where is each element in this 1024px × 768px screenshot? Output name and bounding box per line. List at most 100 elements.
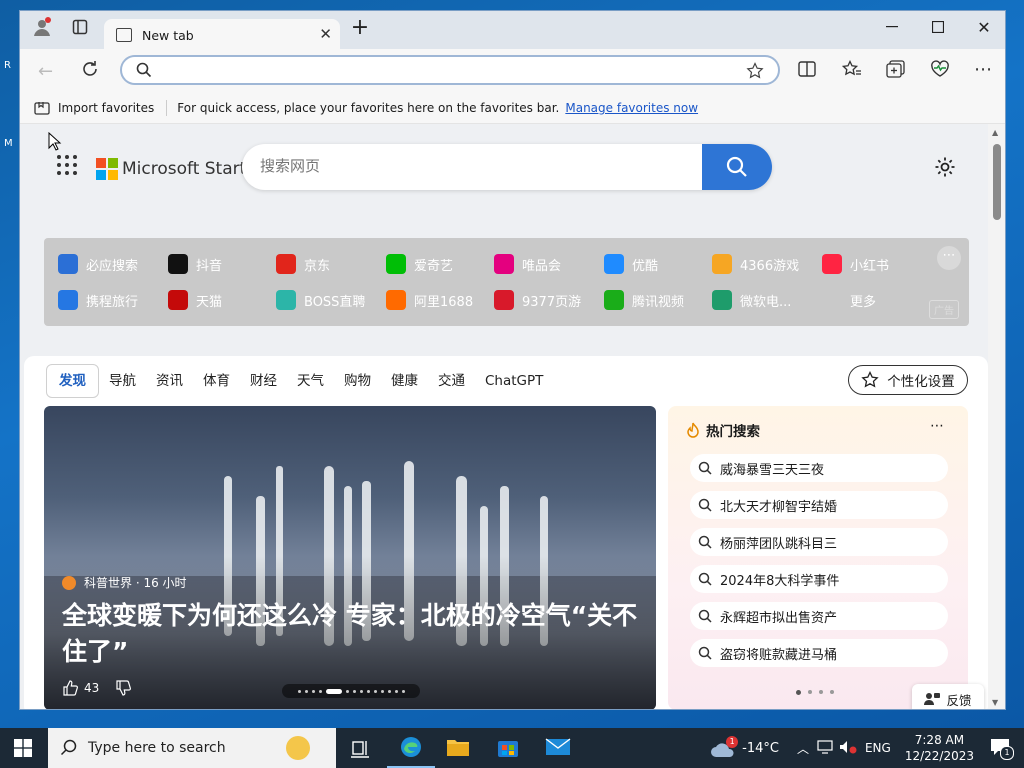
hot-search-item[interactable]: 2024年8大科学事件 [690, 565, 948, 593]
personalize-button[interactable]: 个性化设置 [848, 365, 968, 395]
quick-link-label: BOSS直聘 [304, 294, 366, 310]
desktop-icon-recycle[interactable]: R [4, 60, 18, 76]
hot-search-pager[interactable] [796, 690, 834, 695]
quick-link-8[interactable]: 小红书 [822, 252, 889, 276]
taskbar-edge-icon[interactable] [387, 728, 435, 768]
desktop-icon-edge[interactable]: M [4, 138, 18, 154]
notification-icon[interactable]: 1 [990, 738, 1014, 760]
tab-traffic[interactable]: 交通 [428, 365, 475, 397]
clock-date: 12/22/2023 [904, 749, 974, 763]
more-list-icon [822, 290, 842, 310]
network-icon[interactable] [817, 739, 833, 757]
quick-link-label: 9377页游 [522, 294, 582, 310]
xiaohongshu-icon [822, 254, 842, 274]
tab-news[interactable]: 资讯 [146, 365, 193, 397]
scroll-up-icon[interactable]: ▲ [992, 128, 998, 137]
dislike-icon[interactable] [115, 680, 132, 696]
settings-more-icon[interactable]: ⋯ [974, 59, 993, 80]
manage-favorites-link[interactable]: Manage favorites now [565, 101, 698, 115]
windows-start-icon[interactable] [14, 739, 32, 761]
hot-search-item[interactable]: 永辉超市拟出售资产 [690, 602, 948, 630]
show-hidden-icons-icon[interactable]: ︿ [797, 740, 809, 757]
tab-discover[interactable]: 发现 [46, 364, 99, 398]
hot-search-text: 2024年8大科学事件 [720, 573, 840, 589]
tab-health[interactable]: 健康 [381, 365, 428, 397]
maximize-button[interactable] [916, 11, 960, 43]
search-icon [698, 572, 712, 586]
like-icon[interactable] [62, 680, 78, 696]
scroll-down-icon[interactable]: ▼ [992, 698, 998, 707]
profile-icon[interactable] [22, 11, 62, 43]
favorite-star-icon[interactable] [746, 62, 764, 80]
weather-icon[interactable]: 1 [706, 728, 740, 768]
hot-search-more-icon[interactable]: ⋯ [930, 418, 944, 434]
quick-link-6[interactable]: 优酷 [604, 252, 658, 276]
hot-search-item[interactable]: 杨丽萍团队跳科目三 [690, 528, 948, 556]
quick-link-5[interactable]: 唯品会 [494, 252, 561, 276]
refresh-icon[interactable] [80, 59, 100, 83]
address-bar-row: ← ⋯ [20, 49, 1005, 93]
back-icon[interactable]: ← [38, 61, 53, 82]
quick-link-15[interactable]: 微软电... [712, 288, 791, 312]
hero-article[interactable]: 科普世界 · 16 小时 全球变暖下为何还这么冷 专家：北极的冷空气“关不住了”… [44, 406, 656, 709]
web-search-input[interactable] [258, 156, 692, 176]
quick-link-10[interactable]: 天猫 [168, 288, 222, 312]
quick-link-11[interactable]: BOSS直聘 [276, 288, 365, 312]
browser-essentials-icon[interactable] [930, 60, 950, 82]
close-window-button[interactable]: ✕ [962, 11, 1005, 43]
quick-links-more-icon[interactable]: ⋯ [937, 246, 961, 270]
apps-launcher-icon[interactable] [56, 154, 78, 180]
address-input[interactable] [120, 55, 780, 85]
tab-finance[interactable]: 财经 [240, 365, 287, 397]
minimize-button[interactable] [870, 11, 914, 43]
microsoft-start-logo[interactable]: Microsoft Start [96, 158, 246, 180]
tab-shopping[interactable]: 购物 [334, 365, 381, 397]
page-settings-icon[interactable] [934, 156, 956, 182]
quick-link-3[interactable]: 京东 [276, 252, 330, 276]
quick-link-9[interactable]: 携程旅行 [58, 288, 138, 312]
hero-title[interactable]: 全球变暖下为何还这么冷 专家：北极的冷空气“关不住了” [62, 598, 642, 670]
new-tab-button[interactable]: + [338, 11, 382, 43]
close-tab-icon[interactable]: ✕ [319, 25, 332, 43]
split-screen-icon[interactable] [798, 61, 816, 81]
quick-link-4[interactable]: 爱奇艺 [386, 252, 453, 276]
volume-muted-icon[interactable] [839, 740, 857, 757]
weather-temp[interactable]: -14°C [742, 741, 779, 756]
search-icon [698, 535, 712, 549]
file-explorer-icon[interactable] [446, 736, 470, 762]
favorites-icon[interactable] [841, 59, 862, 82]
tab-weather[interactable]: 天气 [287, 365, 334, 397]
quick-link-2[interactable]: 抖音 [168, 252, 222, 276]
task-view-icon[interactable] [350, 738, 370, 762]
tab-navigation[interactable]: 导航 [99, 365, 146, 397]
taskbar-search-box[interactable]: Type here to search [48, 728, 336, 768]
tab-new-tab[interactable]: New tab ✕ [104, 19, 340, 51]
system-tray: 1 -14°C ︿ ENG 7:28 AM 12/22/2023 1 [706, 728, 1024, 768]
web-search-button[interactable] [702, 144, 772, 190]
page-scrollbar[interactable]: ▲ ▼ [988, 124, 1005, 709]
scrollbar-thumb[interactable] [993, 144, 1001, 220]
iqiyi-icon [386, 254, 406, 274]
hot-search-item[interactable]: 北大天才柳智宇结婚 [690, 491, 948, 519]
tab-actions-icon[interactable] [62, 11, 98, 43]
language-indicator[interactable]: ENG [865, 741, 891, 755]
hot-search-item[interactable]: 威海暴雪三天三夜 [690, 454, 948, 482]
quick-link-14[interactable]: 腾讯视频 [604, 288, 684, 312]
microsoft-store-icon[interactable] [496, 736, 520, 762]
carousel-dots[interactable] [282, 684, 420, 698]
quick-link-12[interactable]: 阿里1688 [386, 288, 473, 312]
search-icon [726, 156, 747, 177]
clock[interactable]: 7:28 AM 12/22/2023 [905, 732, 974, 764]
mail-icon[interactable] [545, 737, 571, 761]
quick-link-1[interactable]: 必应搜索 [58, 252, 138, 276]
quick-link-13[interactable]: 9377页游 [494, 288, 581, 312]
collections-icon[interactable] [886, 60, 906, 82]
quick-link-16[interactable]: 更多 [822, 288, 876, 312]
search-icon [698, 498, 712, 512]
hot-search-item[interactable]: 盗窃将赃款藏进马桶 [690, 639, 948, 667]
tab-chatgpt[interactable]: ChatGPT [475, 365, 553, 397]
quick-link-7[interactable]: 4366游戏 [712, 252, 799, 276]
feedback-button[interactable]: 反馈 [912, 684, 984, 709]
tab-sports[interactable]: 体育 [193, 365, 240, 397]
import-favorites-button[interactable]: Import favorites [58, 101, 154, 115]
